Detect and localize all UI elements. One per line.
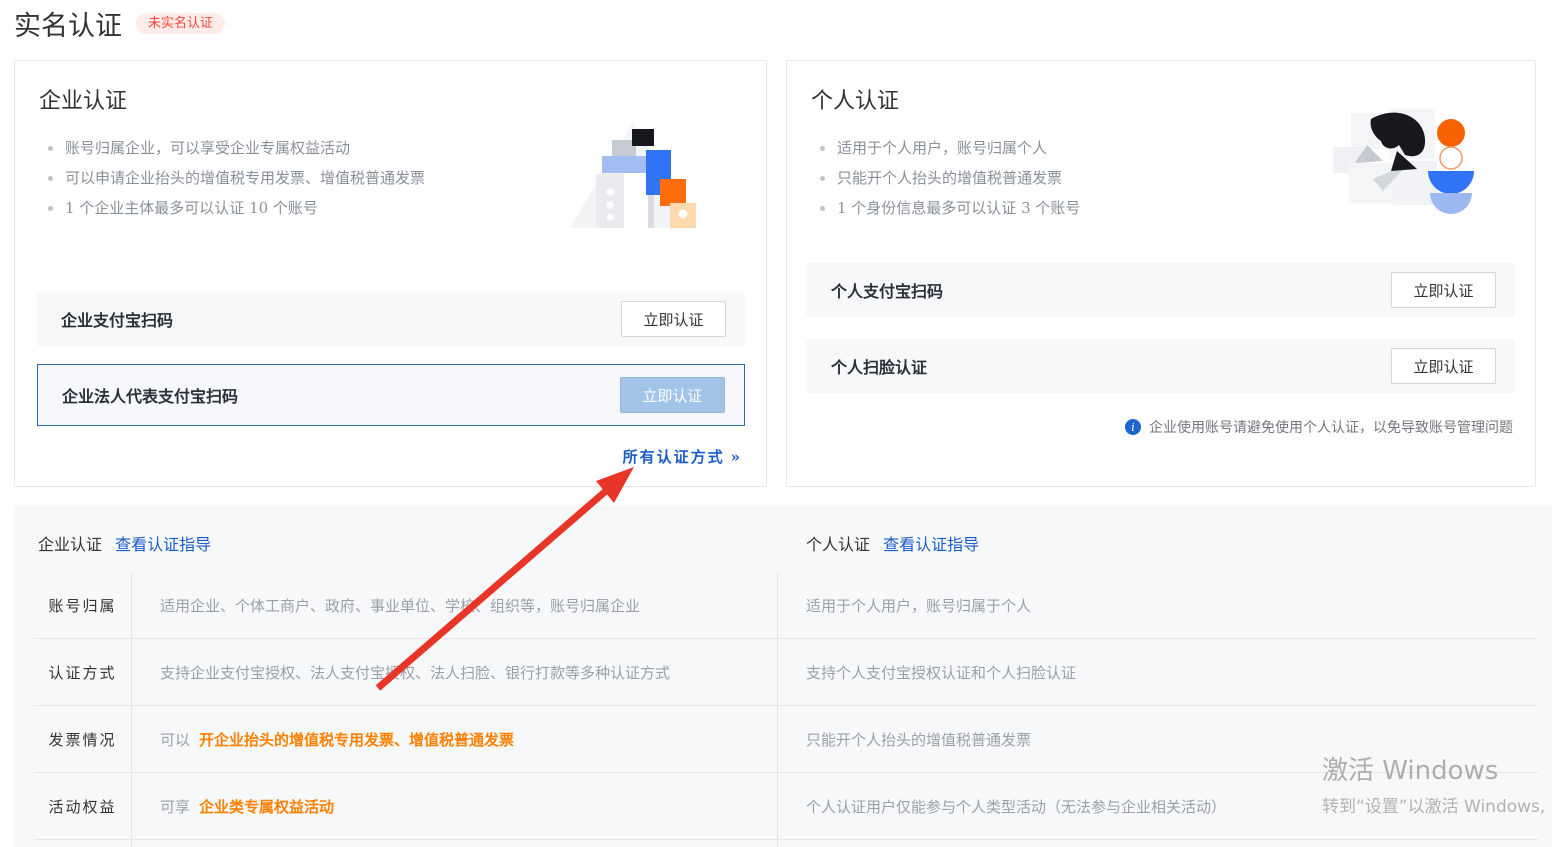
page-header: 实名认证 未实名认证 (14, 4, 225, 43)
double-chevron-right-icon: » (731, 448, 742, 466)
enterprise-cell: 适用企业、个体工商户、政府、事业单位、学校、组织等，账号归属企业 (132, 572, 778, 638)
auth-now-button[interactable]: 立即认证 (620, 377, 725, 413)
method-label: 个人支付宝扫码 (831, 278, 943, 302)
list-item: 1 个身份信息最多可以认证 3 个账号 (817, 193, 1287, 223)
windows-activation-watermark: 激活 Windows 转到“设置”以激活 Windows, (1322, 750, 1545, 817)
enterprise-cell: 支持企业支付宝授权、法人支付宝授权、法人扫脸、银行打款等多种认证方式 (132, 639, 778, 705)
personal-compare-header: 个人认证 查看认证指导 (806, 531, 979, 555)
list-item: 账号归属企业，可以享受企业专属权益活动 (45, 133, 515, 163)
page-title: 实名认证 (14, 4, 122, 43)
personal-card-title: 个人认证 (811, 83, 899, 115)
enterprise-card-title: 企业认证 (39, 83, 127, 115)
cell-prefix: 可享 (160, 796, 190, 817)
row-label (34, 840, 132, 847)
enterprise-benefits-link[interactable]: 企业类专属权益活动 (199, 796, 334, 817)
watermark-line2: 转到“设置”以激活 Windows, (1322, 792, 1545, 817)
row-label: 认证方式 (34, 639, 132, 705)
enterprise-benefits-list: 账号归属企业，可以享受企业专属权益活动 可以申请企业抬头的增值税专用发票、增值税… (45, 133, 515, 223)
table-row-invoice: 发票情况 可以 开企业抬头的增值税专用发票、增值税普通发票 只能开个人抬头的增值… (34, 705, 1538, 772)
method-row-legal-rep-alipay[interactable]: 企业法人代表支付宝扫码 立即认证 (37, 364, 745, 426)
personal-benefits-list: 适用于个人用户，账号归属个人 只能开个人抬头的增值税普通发票 1 个身份信息最多… (817, 133, 1287, 223)
face-illustration-icon (1323, 103, 1483, 223)
method-label: 个人扫脸认证 (831, 354, 927, 378)
personal-cell: 支持个人支付宝授权认证和个人扫脸认证 (778, 639, 1538, 705)
row-label: 账号归属 (34, 572, 132, 638)
info-icon: i (1125, 419, 1141, 435)
list-item: 只能开个人抬头的增值税普通发票 (817, 163, 1287, 193)
method-row-enterprise-alipay: 企业支付宝扫码 立即认证 (37, 292, 745, 346)
invoice-types-link[interactable]: 开企业抬头的增值税专用发票、增值税普通发票 (199, 729, 514, 750)
personal-auth-warning: i 企业使用账号请避免使用个人认证，以免导致账号管理问题 (1125, 417, 1513, 437)
list-item: 1 个企业主体最多可以认证 10 个账号 (45, 193, 515, 223)
auth-now-button[interactable]: 立即认证 (1391, 348, 1496, 384)
table-row-activity-benefits: 活动权益 可享 企业类专属权益活动 个人认证用户仅能参与个人类型活动（无法参与企… (34, 772, 1538, 839)
all-auth-methods-label: 所有认证方式 (623, 446, 725, 467)
personal-cell: 适用于个人用户，账号归属于个人 (778, 572, 1538, 638)
method-row-personal-face: 个人扫脸认证 立即认证 (807, 339, 1515, 393)
personal-cell (778, 840, 1538, 847)
auth-now-button[interactable]: 立即认证 (1391, 272, 1496, 308)
building-illustration-icon (558, 116, 708, 228)
enterprise-cell: 可以 开企业抬头的增值税专用发票、增值税普通发票 (132, 706, 778, 772)
watermark-line1: 激活 Windows (1322, 750, 1545, 787)
enterprise-guide-link[interactable]: 查看认证指导 (115, 535, 211, 554)
all-auth-methods-link[interactable]: 所有认证方式 » (623, 446, 742, 467)
enterprise-compare-title: 企业认证 (38, 535, 102, 554)
enterprise-cell (132, 840, 778, 847)
personal-auth-card: 个人认证 适用于个人用户，账号归属个人 只能开个人抬头的增值税普通发票 1 个身… (786, 60, 1536, 487)
list-item: 可以申请企业抬头的增值税专用发票、增值税普通发票 (45, 163, 515, 193)
personal-guide-link[interactable]: 查看认证指导 (883, 535, 979, 554)
warning-text: 企业使用账号请避免使用个人认证，以免导致账号管理问题 (1149, 417, 1513, 437)
personal-compare-title: 个人认证 (806, 535, 870, 554)
method-label: 企业法人代表支付宝扫码 (62, 383, 238, 407)
enterprise-auth-card: 企业认证 账号归属企业，可以享受企业专属权益活动 可以申请企业抬头的增值税专用发… (14, 60, 767, 487)
row-label: 发票情况 (34, 706, 132, 772)
status-badge: 未实名认证 (136, 13, 225, 34)
table-row-auth-methods: 认证方式 支持企业支付宝授权、法人支付宝授权、法人扫脸、银行打款等多种认证方式 … (34, 638, 1538, 705)
table-row-account-ownership: 账号归属 适用企业、个体工商户、政府、事业单位、学校、组织等，账号归属企业 适用… (34, 572, 1538, 638)
row-label: 活动权益 (34, 773, 132, 839)
auth-now-button[interactable]: 立即认证 (621, 301, 726, 337)
list-item: 适用于个人用户，账号归属个人 (817, 133, 1287, 163)
enterprise-cell: 可享 企业类专属权益活动 (132, 773, 778, 839)
method-label: 企业支付宝扫码 (61, 307, 173, 331)
enterprise-compare-header: 企业认证 查看认证指导 (38, 531, 211, 555)
cell-prefix: 可以 (160, 729, 190, 750)
comparison-grid: 账号归属 适用企业、个体工商户、政府、事业单位、学校、组织等，账号归属企业 适用… (34, 572, 1538, 847)
table-row-partial (34, 839, 1538, 847)
method-row-personal-alipay: 个人支付宝扫码 立即认证 (807, 263, 1515, 317)
